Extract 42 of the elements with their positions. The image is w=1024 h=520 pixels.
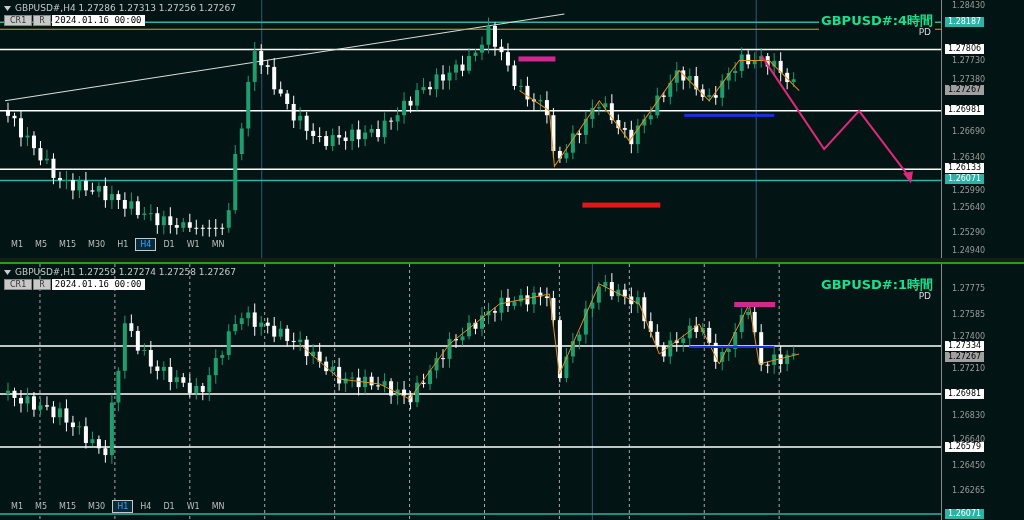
price-label: 1.26071 (945, 509, 985, 519)
price-tick: 1.27380 (952, 74, 986, 84)
price-label: 1.26981 (945, 389, 985, 399)
price-tick: 1.27210 (952, 363, 986, 373)
chart-subtitle: PD (918, 291, 931, 301)
price-label: 1.27334 (945, 341, 985, 351)
timeframe-tab[interactable]: H1 (112, 500, 134, 513)
price-label: 1.27267 (945, 85, 985, 95)
chart-button[interactable]: CR1 (4, 15, 33, 26)
price-label: 1.26579 (945, 442, 985, 452)
date-field[interactable]: 2024.01.16 00:00 (51, 15, 145, 26)
price-tick: 1.27585 (952, 309, 986, 319)
price-tick: 1.26830 (952, 410, 986, 420)
chart-button[interactable]: R (33, 15, 51, 26)
price-tick: 1.25640 (952, 202, 986, 212)
price-tick: 1.26265 (952, 485, 986, 495)
chart-button[interactable]: CR1 (4, 279, 33, 290)
chart-button[interactable]: R (33, 279, 51, 290)
chart-title: GBPUSD#:4時間 (819, 12, 935, 30)
symbol-info: GBPUSD#,H1 1.27259 1.27274 1.27258 1.27267 (15, 267, 236, 277)
price-label: 1.28187 (945, 17, 985, 27)
price-tick: 1.28430 (952, 0, 986, 10)
price-label: 1.27267 (945, 352, 985, 362)
date-field[interactable]: 2024.01.16 00:00 (51, 279, 145, 290)
price-tick: 1.26640 (952, 434, 986, 444)
price-tick: 1.26690 (952, 126, 986, 136)
symbol-info: GBPUSD#,H4 1.27286 1.27313 1.27256 1.27267 (15, 3, 236, 13)
chart-subtitle: PD (918, 27, 931, 37)
price-tick: 1.24940 (952, 245, 986, 255)
price-label: 1.26071 (945, 174, 985, 184)
price-tick: 1.27775 (952, 283, 986, 293)
price-tick: 1.25290 (952, 227, 986, 237)
price-tick: 1.25990 (952, 185, 986, 195)
price-tick: 1.27400 (952, 331, 986, 341)
price-tick: 1.27730 (952, 55, 986, 65)
price-tick: 1.26340 (952, 152, 986, 162)
price-label: 1.26133 (945, 163, 985, 173)
price-label: 1.26981 (945, 105, 985, 115)
price-label: 1.27806 (945, 44, 985, 54)
chart-title: GBPUSD#:1時間 (819, 276, 935, 294)
timeframe-tab[interactable]: H4 (135, 238, 157, 251)
price-tick: 1.26450 (952, 460, 986, 470)
